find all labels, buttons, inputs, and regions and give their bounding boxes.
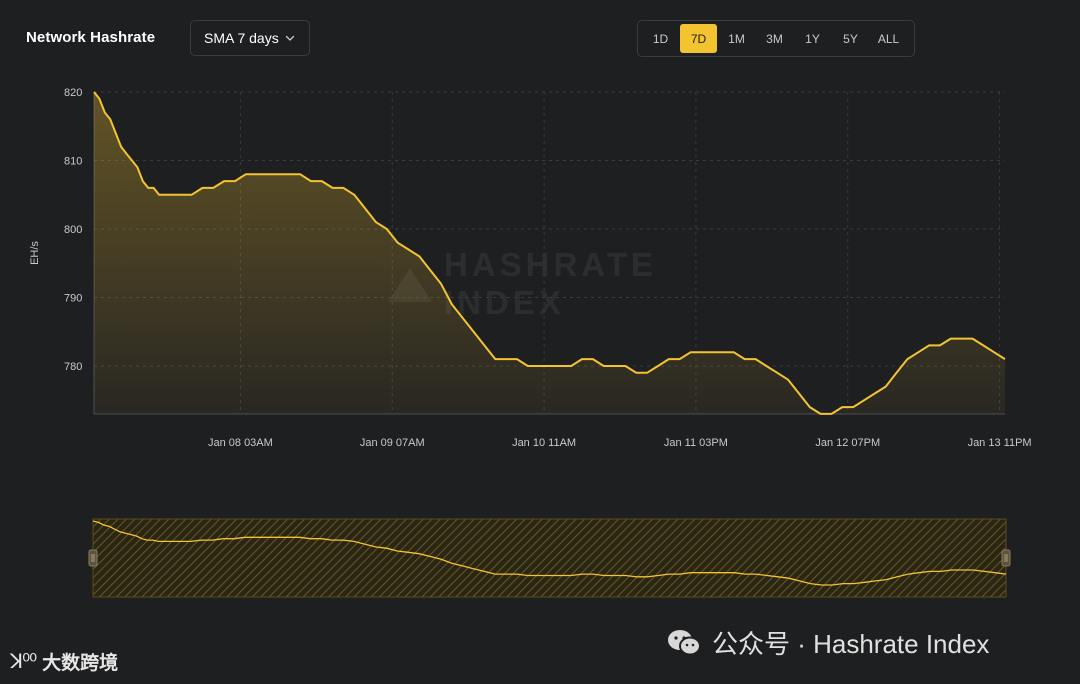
navigator-selection[interactable] [92,518,1007,598]
y-tick-label: 790 [64,293,82,305]
navigator-right-handle[interactable] [1001,549,1011,567]
x-tick-label: Jan 10 11AM [512,437,576,449]
handle-grip[interactable] [88,549,98,567]
hashrate-page: Network Hashrate SMA 7 days 1D 7D 1M 3M … [0,0,1080,684]
y-tick-label: 820 [64,87,82,99]
navigator-left-handle[interactable] [88,549,98,567]
x-tick-label: Jan 11 03PM [664,437,728,449]
handle-grip[interactable] [1001,549,1011,567]
x-tick-label: Jan 08 03AM [208,437,273,449]
y-tick-label: 800 [64,224,82,236]
footer-brand-right: 公众号 · Hashrate Index [666,624,989,661]
y-tick-label: 810 [64,156,82,168]
footer-brand-left: ꓘ⁰⁰ 大数跨境 [10,648,118,675]
hashrate-chart: 780 790 800 810 820 Jan 08 03AM Jan 09 07AM Jan… [29,87,1032,598]
x-tick-label: Jan 13 11PM [968,437,1032,449]
x-tick-label: Jan 09 07AM [360,437,425,449]
wechat-icon [668,629,701,655]
x-tick-label: Jan 12 07PM [815,437,880,449]
brand-logo-icon: ꓘ⁰⁰ [10,651,37,673]
footer-left-text: 大数跨境 [42,653,119,674]
footer-right-text: 公众号 · Hashrate Index [712,629,990,659]
y-tick-label: 780 [64,361,82,373]
y-axis-label: EH/s [29,241,41,265]
